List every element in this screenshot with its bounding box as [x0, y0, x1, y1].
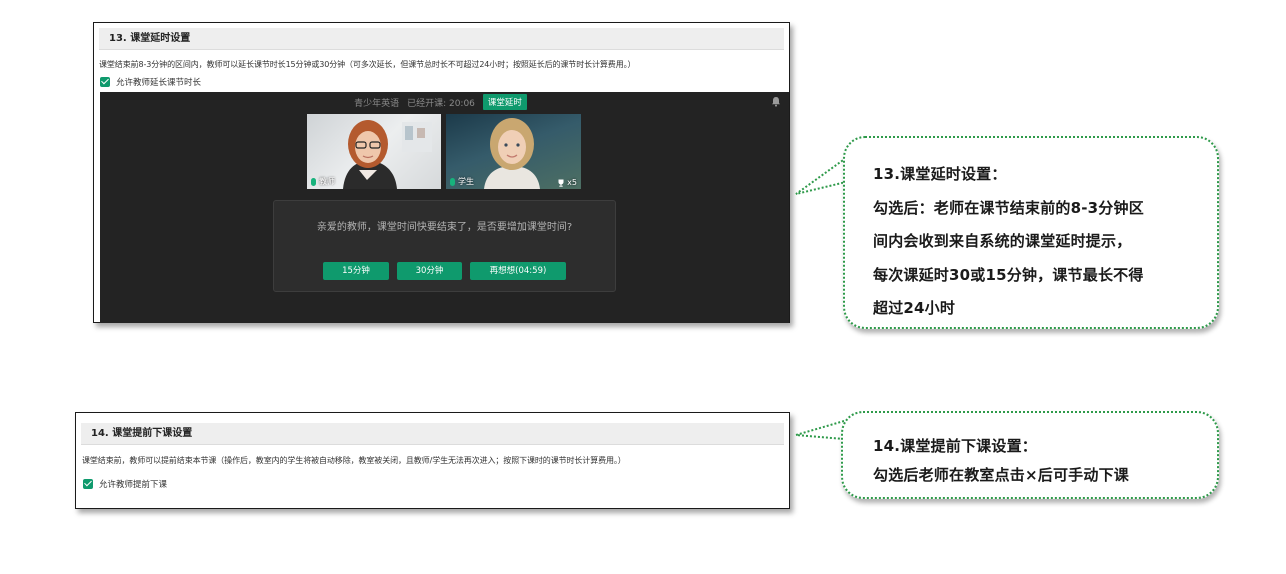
bell-icon[interactable] — [771, 96, 781, 107]
settings-panel-early-dismissal: 14. 课堂提前下课设置 课堂结束前，教师可以提前结束本节课（操作后，教室内的学… — [75, 412, 790, 509]
callout-line: 勾选后老师在教室点击×后可手动下课 — [873, 466, 1129, 484]
elapsed-time: 已经开课: 20:06 — [407, 98, 475, 109]
callout-early-dismissal: 14.课堂提前下课设置： 勾选后老师在教室点击×后可手动下课 — [841, 411, 1219, 499]
student-label-row: 学生 — [450, 176, 474, 187]
extend-15-minutes-button[interactable]: 15分钟 — [323, 262, 389, 280]
trophy-count: x5 — [567, 178, 577, 187]
section-description: 课堂结束前8-3分钟的区间内，教师可以延长课节时长15分钟或30分钟（可多次延长… — [99, 60, 636, 69]
section-title: 14. 课堂提前下课设置 — [81, 423, 784, 445]
checkbox-label: 允许教师提前下课 — [99, 480, 168, 490]
teacher-label-row: 教师 — [311, 176, 335, 187]
think-again-button[interactable]: 再想想(04:59) — [470, 262, 566, 280]
microphone-icon — [450, 177, 455, 186]
classroom-topbar: 青少年英语 已经开课: 20:06 课堂延时 — [100, 94, 789, 110]
callout-line: 13.课堂延时设置： — [873, 165, 1007, 183]
section-title: 13. 课堂延时设置 — [99, 28, 784, 50]
callout-line: 超过24小时 — [873, 299, 956, 317]
extend-lesson-checkbox[interactable]: 允许教师延长课节时长 — [100, 76, 201, 88]
callout-line: 间内会收到来自系统的课堂延时提示， — [873, 232, 1132, 250]
checkbox-checked-icon[interactable] — [83, 479, 93, 489]
callout-line: 勾选后：老师在课节结束前的8-3分钟区 — [873, 198, 1144, 217]
checkbox-checked-icon[interactable] — [100, 77, 110, 87]
classroom-preview: 青少年英语 已经开课: 20:06 课堂延时 教师 学生 x5 亲爱的教师，课堂… — [100, 92, 789, 323]
dialog-message: 亲爱的教师，课堂时间快要结束了，是否要增加课堂时间? — [316, 222, 573, 233]
student-video: 学生 x5 — [446, 114, 581, 189]
settings-panel-classroom-extension: 13. 课堂延时设置 课堂结束前8-3分钟的区间内，教师可以延长课节时长15分钟… — [93, 22, 790, 323]
extend-30-minutes-button[interactable]: 30分钟 — [397, 262, 462, 280]
trophy-count-row: x5 — [557, 178, 577, 187]
microphone-icon — [311, 177, 316, 186]
teacher-video: 教师 — [307, 114, 441, 189]
section-description: 课堂结束前，教师可以提前结束本节课（操作后，教室内的学生将被自动移除，教室被关闭… — [82, 456, 626, 465]
course-name: 青少年英语 — [354, 98, 400, 109]
callout-line: 每次课延时30或15分钟，课节最长不得 — [873, 265, 1144, 284]
early-dismissal-checkbox[interactable]: 允许教师提前下课 — [83, 478, 167, 490]
callout-line: 14.课堂提前下课设置： — [873, 437, 1037, 455]
extension-badge: 课堂延时 — [482, 94, 527, 110]
student-label: 学生 — [458, 177, 474, 186]
teacher-label: 教师 — [319, 177, 335, 186]
callout-classroom-extension: 13.课堂延时设置： 勾选后：老师在课节结束前的8-3分钟区 间内会收到来自系统… — [843, 136, 1219, 329]
extension-dialog: 亲爱的教师，课堂时间快要结束了，是否要增加课堂时间? 15分钟 30分钟 再想想… — [273, 200, 616, 292]
trophy-icon — [558, 179, 564, 187]
checkbox-label: 允许教师延长课节时长 — [116, 78, 202, 88]
